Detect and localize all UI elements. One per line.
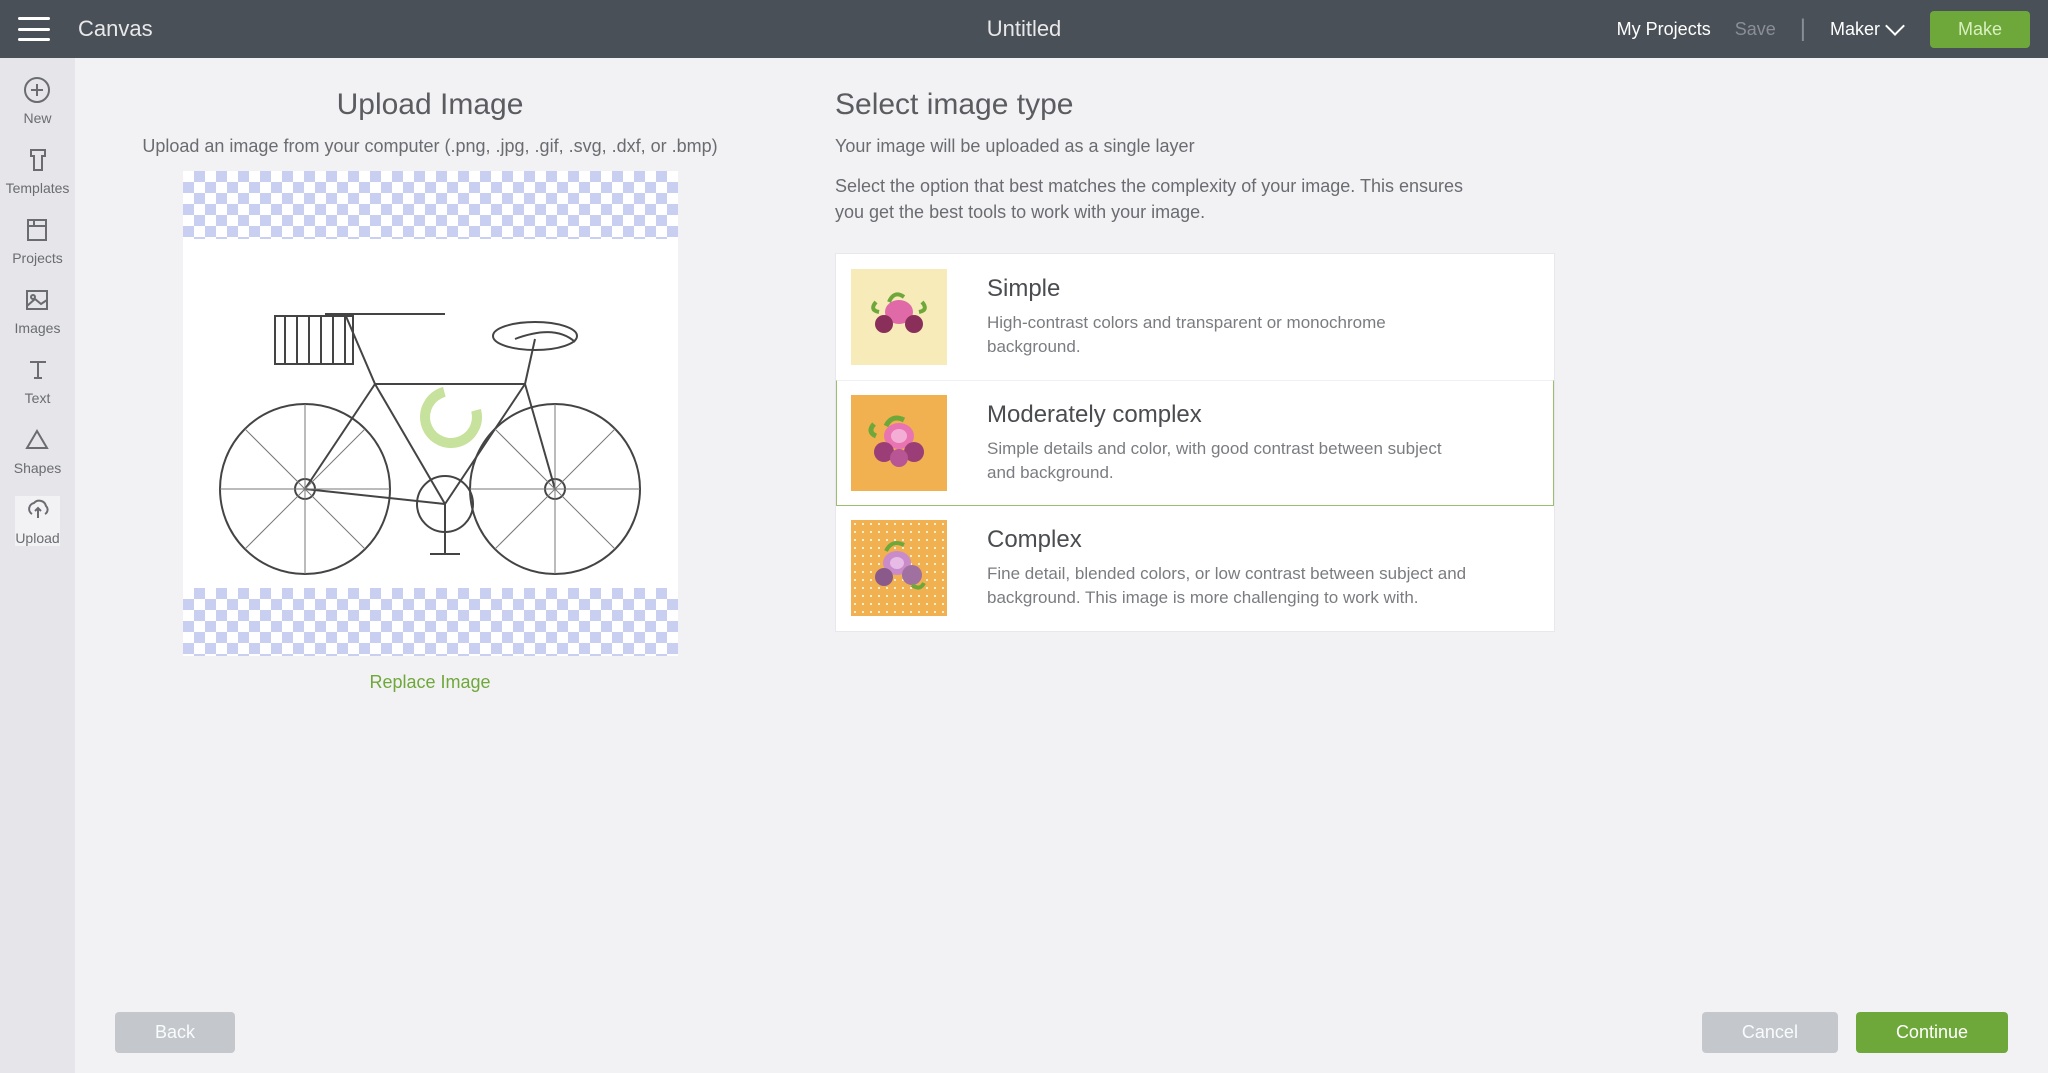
option-simple[interactable]: Simple High-contrast colors and transpar…	[836, 254, 1554, 380]
replace-image-link[interactable]: Replace Image	[369, 672, 490, 693]
machine-dropdown[interactable]: Maker	[1830, 19, 1902, 40]
option-desc: Fine detail, blended colors, or low cont…	[987, 562, 1467, 610]
cancel-button[interactable]: Cancel	[1702, 1012, 1838, 1053]
menu-icon[interactable]	[18, 17, 50, 41]
chevron-down-icon	[1885, 16, 1905, 36]
option-title: Moderately complex	[987, 401, 1467, 429]
sidebar-item-projects[interactable]: Projects	[12, 216, 63, 266]
footer-bar: Back Cancel Continue	[75, 1012, 2048, 1053]
separator: |	[1800, 15, 1806, 43]
sidebar-item-label: Text	[25, 390, 51, 406]
sidebar-item-new[interactable]: New	[23, 76, 51, 126]
upload-subtitle: Upload an image from your computer (.png…	[142, 136, 717, 157]
sidebar-item-upload[interactable]: Upload	[15, 496, 59, 546]
make-button[interactable]: Make	[1930, 11, 2030, 48]
machine-label: Maker	[1830, 19, 1880, 40]
option-thumbnail	[851, 520, 947, 616]
option-moderately-complex[interactable]: Moderately complex Simple details and co…	[836, 380, 1554, 506]
select-title: Select image type	[835, 88, 1555, 122]
sidebar-item-label: Shapes	[14, 460, 61, 476]
app-title: Canvas	[78, 16, 153, 42]
document-title[interactable]: Untitled	[987, 16, 1062, 42]
option-title: Complex	[987, 526, 1467, 554]
sidebar-item-shapes[interactable]: Shapes	[14, 426, 61, 476]
option-desc: Simple details and color, with good cont…	[987, 437, 1467, 485]
select-subtitle-2: Select the option that best matches the …	[835, 173, 1475, 225]
sidebar-item-label: Images	[15, 320, 61, 336]
sidebar-item-label: Templates	[6, 180, 70, 196]
option-title: Simple	[987, 275, 1467, 303]
sidebar-item-images[interactable]: Images	[15, 286, 61, 336]
main-content: Upload Image Upload an image from your c…	[75, 58, 2048, 1073]
option-thumbnail	[851, 269, 947, 365]
sidebar-item-label: Projects	[12, 250, 63, 266]
sidebar-item-label: New	[23, 110, 51, 126]
image-type-options: Simple High-contrast colors and transpar…	[835, 253, 1555, 632]
upload-title: Upload Image	[337, 88, 524, 122]
top-bar: Canvas Untitled My Projects Save | Maker…	[0, 0, 2048, 58]
option-complex[interactable]: Complex Fine detail, blended colors, or …	[836, 506, 1554, 631]
back-button[interactable]: Back	[115, 1012, 235, 1053]
select-subtitle-1: Your image will be uploaded as a single …	[835, 136, 1555, 157]
image-preview	[183, 171, 678, 656]
option-desc: High-contrast colors and transparent or …	[987, 311, 1467, 359]
save-button: Save	[1735, 19, 1776, 40]
sidebar: New Templates Projects Images Text Shape…	[0, 58, 75, 1073]
transparency-checker	[183, 171, 678, 239]
sidebar-item-templates[interactable]: Templates	[6, 146, 70, 196]
option-thumbnail	[851, 395, 947, 491]
preview-image	[183, 239, 678, 588]
my-projects-link[interactable]: My Projects	[1617, 19, 1711, 40]
upload-panel: Upload Image Upload an image from your c…	[115, 88, 745, 1073]
sidebar-item-label: Upload	[15, 530, 59, 546]
transparency-checker	[183, 588, 678, 656]
sidebar-item-text[interactable]: Text	[24, 356, 52, 406]
select-type-panel: Select image type Your image will be upl…	[835, 88, 1555, 1073]
continue-button[interactable]: Continue	[1856, 1012, 2008, 1053]
